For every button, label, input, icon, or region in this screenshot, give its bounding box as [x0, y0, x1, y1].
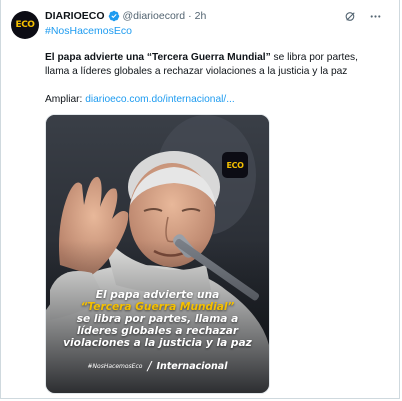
more-label: Ampliar:: [45, 94, 86, 105]
image-footer: #NosHacemosEco / Internacional: [46, 359, 269, 373]
image-section: Internacional: [156, 360, 228, 372]
image-hashtag: #NosHacemosEco: [87, 362, 143, 370]
tweet-text: El papa advierte una “Tercera Guerra Mun…: [45, 51, 383, 107]
caption-line-4: líderes globales a rechazar: [76, 325, 239, 337]
account-name[interactable]: DIARIOECO: [45, 10, 105, 22]
verified-badge-icon: [108, 10, 119, 22]
brand-badge: ECO: [222, 152, 248, 178]
tweet-headline-bold: El papa advierte una “Tercera Guerra Mun…: [45, 52, 271, 63]
avatar-logo-text: ECO: [15, 20, 35, 30]
caption-line-1: El papa advierte una: [95, 289, 220, 301]
article-link[interactable]: diarioeco.com.do/internacional/...: [85, 94, 235, 105]
brand-badge-text: ECO: [226, 160, 244, 170]
more-options-icon[interactable]: [369, 10, 382, 23]
hashtag-link[interactable]: #NosHacemosEco: [45, 25, 132, 37]
caption-line-5: violaciones a la justicia y la paz: [63, 337, 252, 349]
tweet-actions-top: [344, 10, 382, 23]
caption-line-2: “Tercera Guerra Mundial”: [80, 301, 235, 313]
account-handle[interactable]: @diarioecord: [123, 10, 186, 22]
avatar[interactable]: ECO: [11, 11, 39, 39]
caption-line-3: se libra por partes, llama a: [76, 313, 239, 325]
tweet-time[interactable]: 2h: [195, 10, 207, 22]
image-caption: El papa advierte una “Tercera Guerra Mun…: [46, 289, 269, 349]
grok-icon[interactable]: [344, 10, 357, 23]
separator-dot: ·: [188, 10, 192, 22]
tweet-image[interactable]: ECO El papa advierte una “Tercera Guerra…: [45, 114, 270, 394]
tweet-header: DIARIOECO @diarioecord · 2h: [45, 10, 206, 22]
image-slash: /: [147, 359, 152, 373]
